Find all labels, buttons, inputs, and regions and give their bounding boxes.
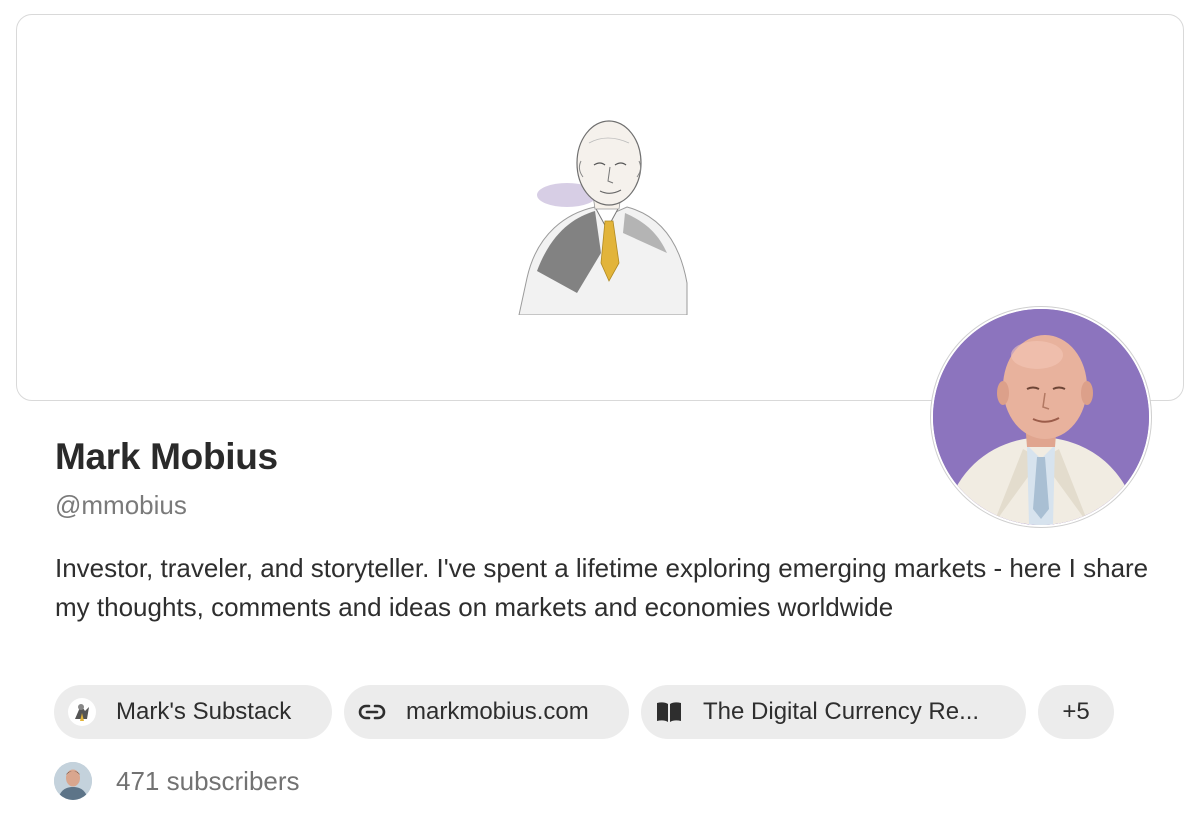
more-links-label: +5 xyxy=(1062,698,1090,725)
link-chip-label: The Digital Currency Re... xyxy=(703,698,980,725)
profile-name: Mark Mobius xyxy=(55,436,278,477)
subscriber-count[interactable]: 471 subscribers xyxy=(54,762,300,800)
book-icon xyxy=(653,696,685,728)
link-chip-book[interactable]: The Digital Currency Re... xyxy=(641,685,1026,739)
more-links-button[interactable]: +5 xyxy=(1038,685,1114,739)
profile-handle: @mmobius xyxy=(55,490,187,520)
subscriber-avatar xyxy=(54,762,92,800)
link-chip-label: Mark's Substack xyxy=(116,698,292,725)
subscriber-count-label: 471 subscribers xyxy=(116,765,300,796)
profile-avatar[interactable] xyxy=(931,307,1151,527)
link-chip-website[interactable]: markmobius.com xyxy=(344,685,629,739)
portrait-illustration xyxy=(518,120,688,315)
substack-logo-icon xyxy=(66,696,98,728)
link-icon xyxy=(356,696,388,728)
profile-bio: Investor, traveler, and storyteller. I'v… xyxy=(55,553,1149,622)
link-chip-label: markmobius.com xyxy=(406,698,589,725)
link-chip-substack[interactable]: Mark's Substack xyxy=(54,685,332,739)
